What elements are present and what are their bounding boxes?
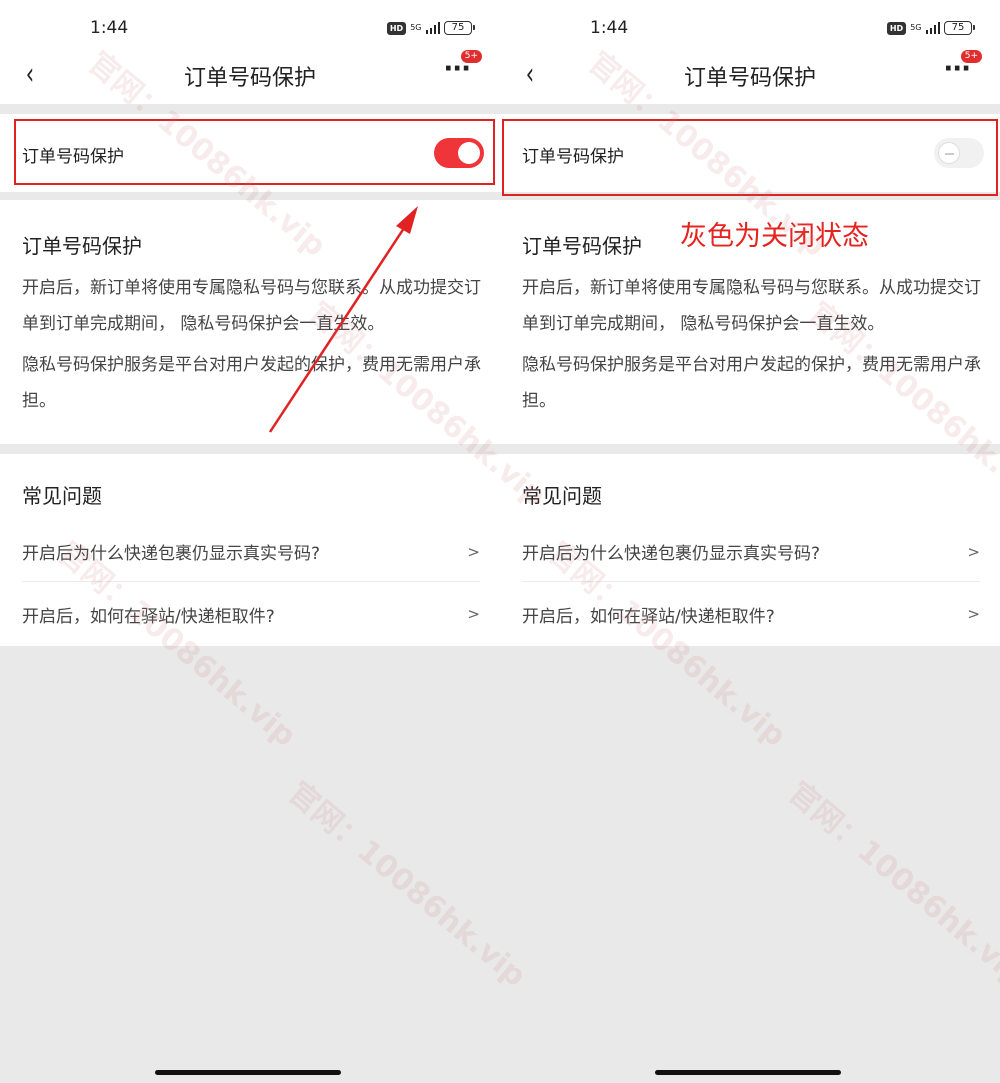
description-paragraph-2: 隐私号码保护服务是平台对用户发起的保护，费用无需用户承担。	[522, 355, 981, 411]
faq-item[interactable]: 开启后，如何在驿站/快递柜取件? >	[22, 584, 480, 644]
faq-item[interactable]: 开启后为什么快递包裹仍显示真实号码? >	[522, 522, 980, 582]
battery-icon: 75	[944, 21, 975, 35]
faq-title: 常见问题	[522, 484, 602, 508]
battery-icon: 75	[444, 21, 475, 35]
page-title: 订单号码保护	[183, 66, 316, 91]
description-paragraph-2: 隐私号码保护服务是平台对用户发起的保护，费用无需用户承担。	[22, 355, 481, 411]
status-icons: HD 5G 75	[886, 18, 975, 38]
description-title: 订单号码保护	[522, 234, 642, 258]
status-bar: 1:44 HD 5G 75	[500, 0, 1000, 52]
signal-icon	[925, 22, 940, 34]
description-paragraph-1: 开启后，新订单将使用专属隐私号码与您联系。从成功提交订单到订单完成期间， 隐私号…	[522, 278, 981, 334]
description-section: 订单号码保护 开启后，新订单将使用专属隐私号码与您联系。从成功提交订单到订单完成…	[0, 200, 500, 444]
highlight-box	[502, 119, 998, 196]
notification-badge: 5+	[460, 50, 482, 63]
faq-section: 常见问题 开启后为什么快递包裹仍显示真实号码? > 开启后，如何在驿站/快递柜取…	[0, 454, 500, 646]
home-indicator[interactable]	[155, 1070, 341, 1075]
faq-item[interactable]: 开启后，如何在驿站/快递柜取件? >	[522, 584, 980, 644]
status-time: 1:44	[90, 18, 129, 38]
chevron-right-icon: >	[967, 605, 980, 623]
faq-item-label: 开启后，如何在驿站/快递柜取件?	[22, 606, 275, 627]
description-section: 订单号码保护 灰色为关闭状态 开启后，新订单将使用专属隐私号码与您联系。从成功提…	[500, 200, 1000, 444]
hd-icon: HD	[386, 21, 407, 35]
signal-icon	[425, 22, 440, 34]
screen-left: 1:44 HD 5G 75 ‹ 订单号码保护 ··· 5+ 订单号码保护 订单号…	[0, 0, 500, 1083]
annotation-text: 灰色为关闭状态	[680, 221, 869, 252]
faq-item-label: 开启后为什么快递包裹仍显示真实号码?	[522, 544, 821, 564]
home-indicator[interactable]	[655, 1070, 841, 1075]
faq-section: 常见问题 开启后为什么快递包裹仍显示真实号码? > 开启后，如何在驿站/快递柜取…	[500, 454, 1000, 646]
faq-item-label: 开启后，如何在驿站/快递柜取件?	[522, 606, 775, 627]
chevron-right-icon: >	[467, 542, 480, 561]
status-bar: 1:44 HD 5G 75	[0, 0, 500, 52]
chevron-right-icon: >	[467, 605, 480, 623]
nav-bar: ‹ 订单号码保护 ··· 5+	[0, 50, 500, 104]
page-title: 订单号码保护	[683, 66, 816, 91]
network-icon: 5G	[410, 23, 422, 32]
nav-bar: ‹ 订单号码保护 ··· 5+	[500, 50, 1000, 104]
notification-badge: 5+	[960, 50, 982, 63]
faq-item[interactable]: 开启后为什么快递包裹仍显示真实号码? >	[22, 522, 480, 582]
status-icons: HD 5G 75	[386, 18, 475, 38]
faq-title: 常见问题	[22, 484, 102, 508]
faq-item-label: 开启后为什么快递包裹仍显示真实号码?	[22, 544, 321, 564]
screen-right: 1:44 HD 5G 75 ‹ 订单号码保护 ··· 5+ 订单号码保护 订单号…	[500, 0, 1000, 1083]
highlight-box	[14, 119, 495, 185]
network-icon: 5G	[910, 23, 922, 32]
description-paragraph-1: 开启后，新订单将使用专属隐私号码与您联系。从成功提交订单到订单完成期间， 隐私号…	[22, 278, 481, 334]
status-time: 1:44	[590, 18, 629, 38]
hd-icon: HD	[886, 21, 907, 35]
description-title: 订单号码保护	[22, 234, 142, 258]
chevron-right-icon: >	[967, 542, 980, 561]
